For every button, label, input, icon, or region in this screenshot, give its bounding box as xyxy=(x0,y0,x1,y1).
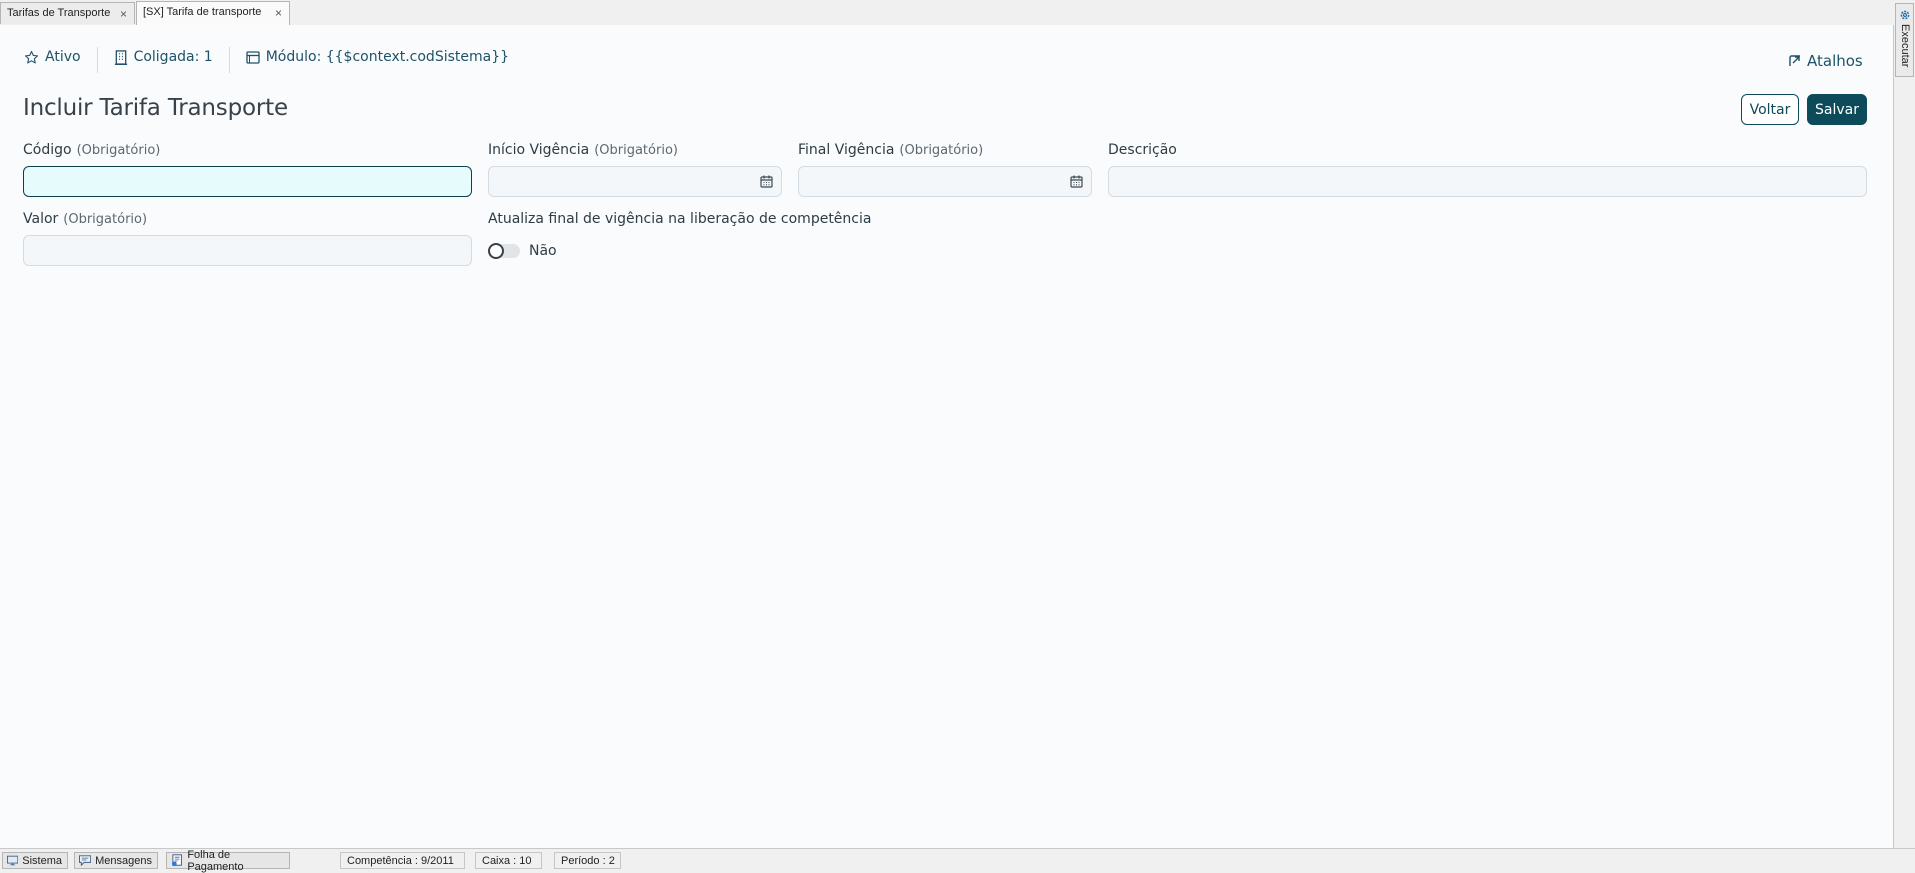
divider xyxy=(228,47,230,73)
inicio-vigencia-label: Início Vigência (Obrigatório) xyxy=(488,142,678,158)
close-icon[interactable]: × xyxy=(120,7,127,21)
star-icon xyxy=(24,50,39,63)
page-title: Incluir Tarifa Transporte xyxy=(23,95,288,121)
context-info-bar: Ativo Coligada: 1 Módulo: {{$context.cod… xyxy=(24,47,509,77)
required-hint: (Obrigatório) xyxy=(63,212,148,227)
message-icon xyxy=(79,855,92,866)
status-ativo-label: Ativo xyxy=(45,49,81,65)
codigo-label: Código (Obrigatório) xyxy=(23,142,160,158)
valor-label: Valor (Obrigatório) xyxy=(23,211,147,227)
folha-label: Folha de Pagamento xyxy=(187,848,244,873)
sistema-button[interactable]: Sistema xyxy=(2,852,68,869)
side-panel: Executar xyxy=(1894,0,1915,848)
calendar-icon[interactable] xyxy=(760,175,773,188)
periodo-field: Período : 2 xyxy=(554,852,621,869)
codigo-label-text: Código xyxy=(23,142,72,158)
final-vigencia-label-text: Final Vigência xyxy=(798,142,895,158)
status-bar: Sistema Mensagens Folha de Pagamento Com… xyxy=(0,848,1915,873)
main-content: Ativo Coligada: 1 Módulo: {{$context.cod… xyxy=(0,25,1894,848)
valor-label-text: Valor xyxy=(23,211,59,227)
modulo-info: Módulo: {{$context.codSistema}} xyxy=(246,47,509,67)
required-hint: (Obrigatório) xyxy=(899,143,984,158)
required-hint: (Obrigatório) xyxy=(594,143,678,158)
divider xyxy=(96,47,98,73)
descricao-label: Descrição xyxy=(1108,142,1177,158)
sistema-label: Sistema xyxy=(22,854,62,867)
window-icon xyxy=(246,50,260,64)
modulo-label: Módulo: {{$context.codSistema}} xyxy=(265,49,510,65)
inicio-vigencia-input[interactable] xyxy=(488,166,782,197)
descricao-input[interactable] xyxy=(1108,166,1867,197)
tab-label: Tarifas de Transporte xyxy=(7,7,111,19)
mensagens-button[interactable]: Mensagens xyxy=(74,852,158,869)
final-vigencia-label: Final Vigência (Obrigatório) xyxy=(798,142,983,158)
executar-label: Executar xyxy=(1899,24,1911,68)
atualiza-toggle[interactable] xyxy=(488,243,520,259)
tab-tarifa-de-transporte[interactable]: [SX] Tarifa de transporte × xyxy=(136,1,290,25)
atalhos-label: Atalhos xyxy=(1807,52,1863,70)
status-ativo[interactable]: Ativo xyxy=(24,47,81,67)
coligada-info: Coligada: 1 xyxy=(114,47,213,67)
inicio-vigencia-label-text: Início Vigência xyxy=(488,142,590,158)
executar-tab[interactable]: Executar xyxy=(1895,3,1914,77)
atualiza-toggle-group: Não xyxy=(488,243,557,259)
coligada-label: Coligada: 1 xyxy=(133,49,213,65)
monitor-icon xyxy=(7,855,19,866)
competencia-field: Competência : 9/2011 xyxy=(340,852,465,869)
caixa-field: Caixa : 10 xyxy=(475,852,542,869)
folha-de-pagamento-button[interactable]: Folha de Pagamento xyxy=(166,849,290,873)
building-icon xyxy=(114,49,127,65)
mensagens-label: Mensagens xyxy=(95,854,152,867)
tab-tarifas-de-transporte[interactable]: Tarifas de Transporte × xyxy=(0,2,135,24)
tab-label: [SX] Tarifa de transporte xyxy=(143,6,262,18)
salvar-button[interactable]: Salvar xyxy=(1807,94,1867,125)
final-vigencia-input[interactable] xyxy=(798,166,1092,197)
voltar-button[interactable]: Voltar xyxy=(1741,94,1799,125)
atualiza-label: Atualiza final de vigência na liberação … xyxy=(488,211,872,227)
payroll-icon xyxy=(171,854,182,867)
atalhos-button[interactable]: Atalhos xyxy=(1788,52,1863,70)
close-icon[interactable]: × xyxy=(275,6,282,20)
codigo-input[interactable] xyxy=(23,166,472,197)
required-hint: (Obrigatório) xyxy=(76,143,161,158)
document-tab-strip: Tarifas de Transporte × [SX] Tarifa de t… xyxy=(0,0,1893,26)
gear-icon xyxy=(1900,10,1910,20)
valor-input[interactable] xyxy=(23,235,472,266)
shortcut-icon xyxy=(1789,55,1800,66)
toggle-knob xyxy=(488,243,504,259)
calendar-icon[interactable] xyxy=(1070,175,1083,188)
atualiza-toggle-state: Não xyxy=(529,243,557,259)
